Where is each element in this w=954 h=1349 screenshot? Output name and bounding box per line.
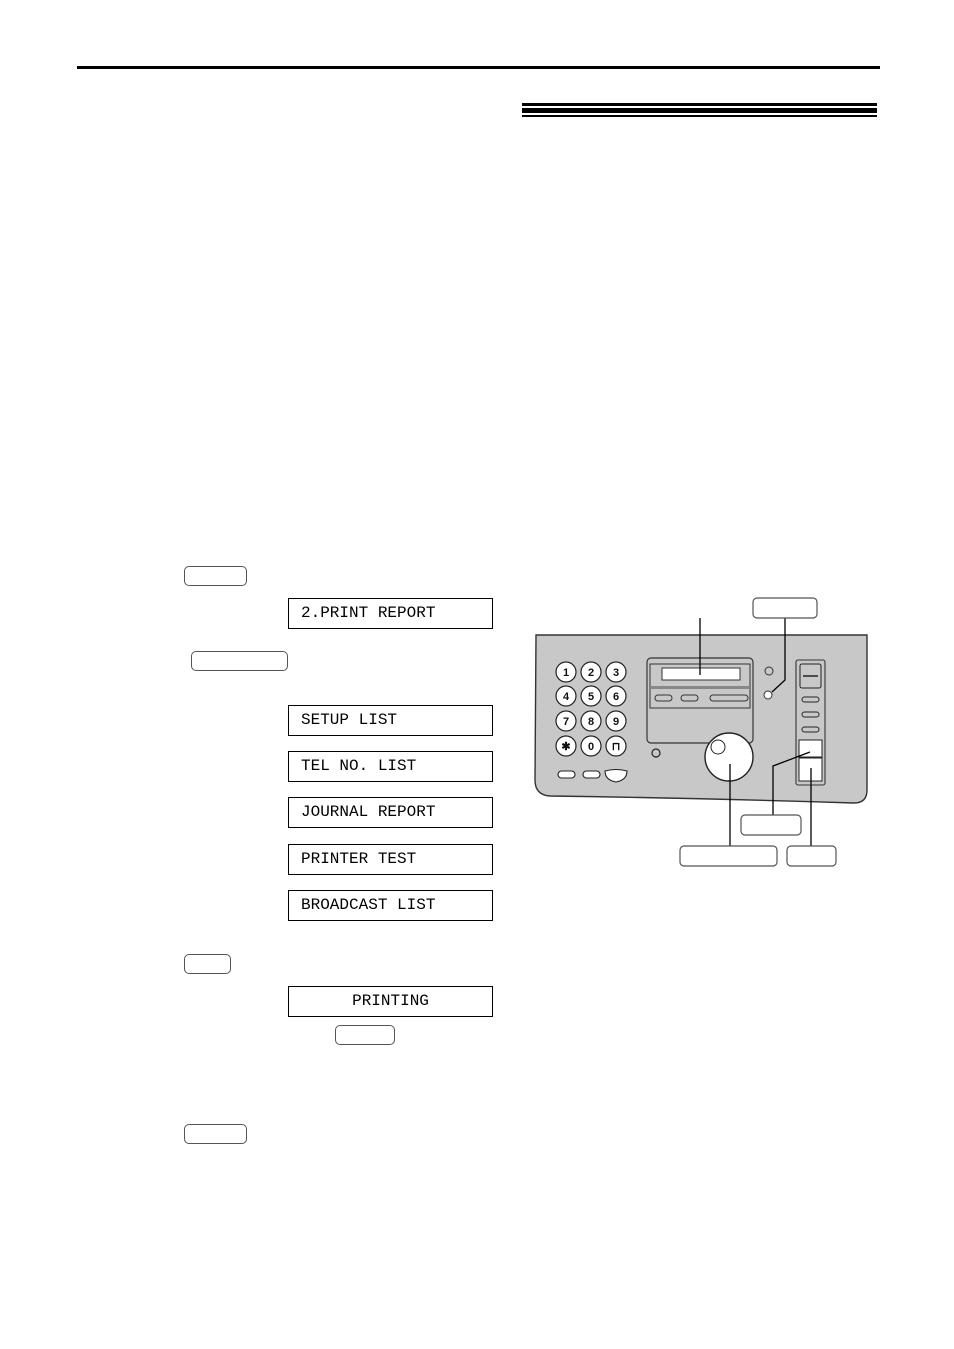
strip-key-1 — [801, 696, 820, 703]
navigator-dial — [704, 732, 754, 782]
fax-control-panel-diagram: 1 2 3 4 5 6 7 8 9 ✱ 0 ⊓ — [534, 597, 868, 867]
display-print-report: 2.PRINT REPORT — [288, 598, 493, 629]
function-key-b — [582, 770, 601, 779]
header-rule — [77, 66, 880, 69]
display-option-setup-list: SETUP LIST — [288, 705, 493, 736]
callout-box-stop — [786, 845, 837, 867]
menu-key-button-final[interactable] — [184, 1124, 247, 1144]
display-option-tel-no-list: TEL NO. LIST — [288, 751, 493, 782]
key-label-4: 4 — [563, 691, 570, 703]
section-title-rule — [522, 108, 877, 113]
key-label-8: 8 — [588, 716, 594, 728]
strip-key-3 — [801, 726, 820, 733]
display-key-2 — [680, 694, 699, 702]
menu-key-button[interactable] — [184, 566, 247, 586]
section-title-rule — [522, 115, 877, 117]
strip-key-2 — [801, 711, 820, 718]
microphone-icon — [651, 748, 661, 758]
key-label-6: 6 — [613, 691, 619, 703]
set-key-button[interactable] — [184, 954, 231, 974]
display-printing: PRINTING — [288, 986, 493, 1017]
key-label-9: 9 — [613, 716, 619, 728]
key-label-0: 0 — [588, 741, 594, 753]
menu-indicator-button — [763, 690, 773, 700]
display-key-1 — [654, 694, 673, 702]
key-label-hash: ⊓ — [612, 741, 621, 753]
section-title-rule — [522, 103, 877, 106]
callout-box-set — [740, 814, 802, 836]
display-option-broadcast-list: BROADCAST LIST — [288, 890, 493, 921]
lcd-window — [661, 667, 741, 681]
key-label-star: ✱ — [561, 741, 570, 753]
function-key-a — [557, 770, 576, 779]
key-label-3: 3 — [613, 667, 619, 679]
display-option-printer-test: PRINTER TEST — [288, 844, 493, 875]
navigator-key-button[interactable] — [191, 651, 288, 671]
key-label-7: 7 — [563, 716, 569, 728]
display-option-journal-report: JOURNAL REPORT — [288, 797, 493, 828]
stop-key-inline-button[interactable] — [335, 1025, 395, 1045]
key-label-2: 2 — [588, 667, 594, 679]
dial-grip — [710, 739, 726, 755]
key-label-1: 1 — [563, 667, 569, 679]
key-label-5: 5 — [588, 691, 594, 703]
callout-box-navigator — [679, 845, 778, 867]
indicator-light — [764, 666, 774, 676]
callout-box-menu — [752, 597, 818, 619]
display-key-3 — [709, 694, 749, 702]
display-divider — [650, 686, 750, 689]
